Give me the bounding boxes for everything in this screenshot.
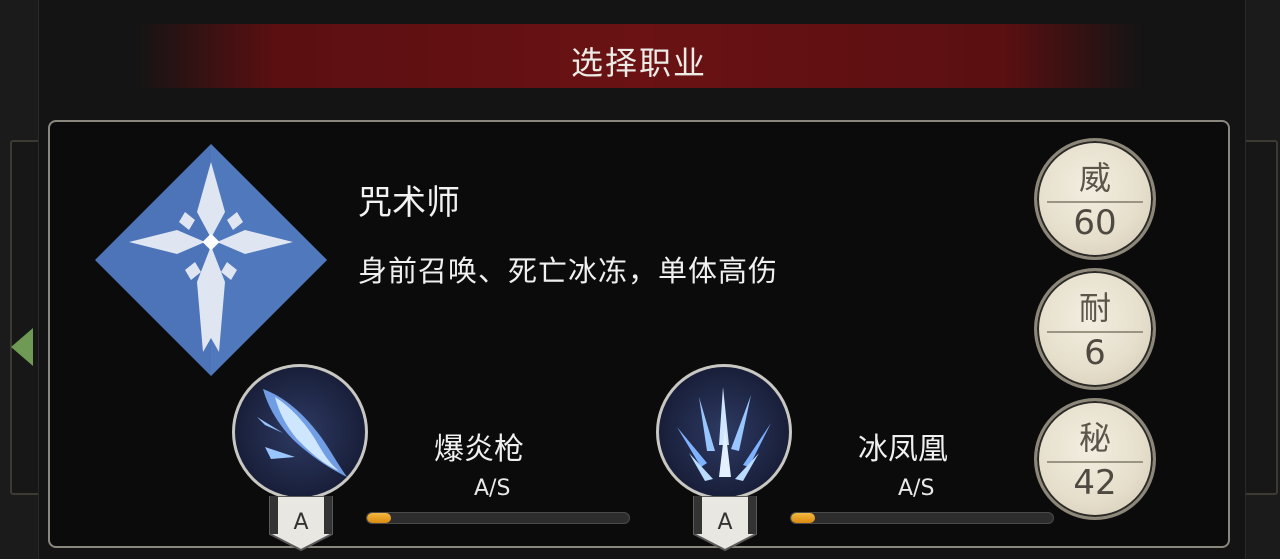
skill-name: 爆炎枪 — [434, 432, 524, 467]
page-title: 选择职业 — [570, 44, 707, 82]
stat-badge-power: 威 60 — [1034, 138, 1156, 260]
skill-rank: A/S — [898, 476, 935, 501]
class-description: 身前召唤、死亡冰冻，单体高伤 — [358, 254, 779, 288]
stat-label: 秘 — [1078, 419, 1111, 457]
stat-badge-endurance: 耐 6 — [1034, 268, 1156, 390]
stat-label: 耐 — [1078, 289, 1111, 327]
stat-value: 60 — [1073, 203, 1117, 243]
skill-progress-fill — [791, 513, 815, 523]
skill-progress-fill — [367, 513, 391, 523]
stat-value: 6 — [1084, 333, 1106, 373]
stat-badge-arcane: 秘 42 — [1034, 398, 1156, 520]
skill-grade: A — [717, 510, 733, 535]
skill-progress-bar — [366, 512, 630, 524]
skill-icon-ice-phoenix[interactable] — [656, 364, 792, 500]
skill-name: 冰凤凰 — [858, 432, 948, 467]
stat-value: 42 — [1073, 463, 1117, 503]
class-select-screen: 选择职业 咒术师 身前召唤、死亡冰冻，单体高伤 威 60 耐 6 秘 42 A … — [0, 0, 1280, 559]
ice-phoenix-icon — [677, 387, 771, 481]
skill-rank: A/S — [474, 476, 511, 501]
stat-label: 威 — [1078, 159, 1111, 197]
flame-lance-icon — [257, 389, 347, 477]
class-name: 咒术师 — [358, 183, 460, 223]
skill-progress-bar — [790, 512, 1054, 524]
skill-grade: A — [293, 510, 309, 535]
arrow-left-icon[interactable] — [11, 328, 33, 366]
title-band: 选择职业 — [134, 24, 1144, 88]
snowflake-cross-icon[interactable] — [93, 142, 329, 378]
skill-icon-flame-lance[interactable] — [232, 364, 368, 500]
